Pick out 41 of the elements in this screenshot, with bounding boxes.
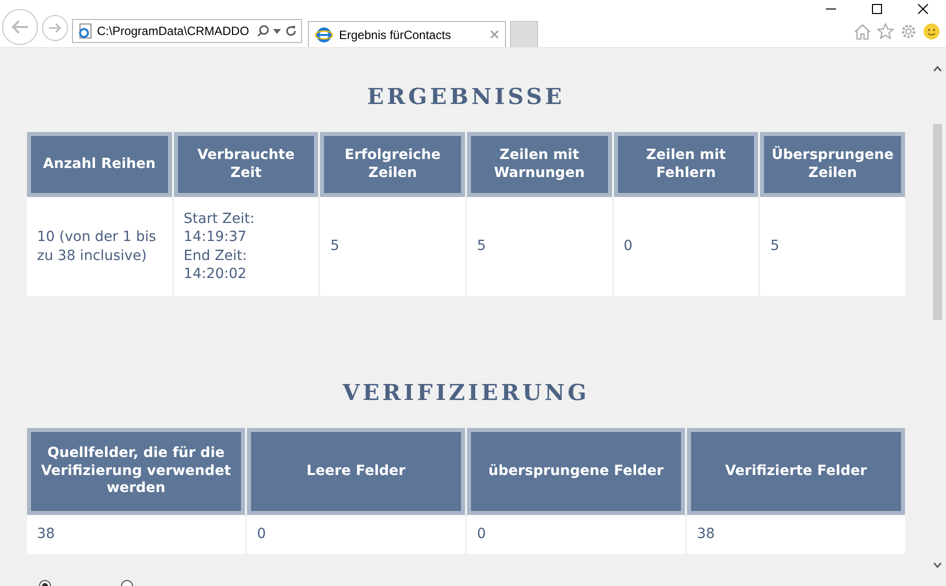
close-icon[interactable] <box>490 30 499 39</box>
smiley-icon[interactable] <box>923 23 940 40</box>
minimize-icon <box>826 8 836 10</box>
table-cell: 10 (von der 1 bis zu 38 inclusive) <box>27 197 172 296</box>
arrow-left-icon <box>10 19 30 35</box>
column-header: Übersprungene Zeilen <box>760 132 905 197</box>
browser-tab[interactable]: Ergebnis fürContacts <box>308 21 506 47</box>
star-icon[interactable] <box>877 23 894 40</box>
table-cell: 0 <box>614 197 758 296</box>
table-cell: 5 <box>320 197 465 296</box>
column-header: Verbrauchte Zeit <box>174 132 318 197</box>
column-header: Quellfelder, die für die Verifizierung verwendet werden <box>27 428 245 515</box>
scroll-up-icon[interactable] <box>933 66 942 72</box>
tab-title: Ergebnis fürContacts <box>339 28 452 42</box>
close-icon <box>918 4 928 14</box>
address-field[interactable]: C:\ProgramData\CRMADDO <box>72 19 302 43</box>
browser-logo-icon <box>315 26 333 44</box>
table-cell: 5 <box>760 197 905 296</box>
table-cell: 38 <box>687 515 905 554</box>
column-header: Leere Felder <box>247 428 465 515</box>
table-cell: 38 <box>27 515 245 554</box>
table-cell: 0 <box>247 515 465 554</box>
column-header: Anzahl Reihen <box>27 132 172 197</box>
column-header: Zeilen mit Fehlern <box>614 132 758 197</box>
maximize-icon <box>872 4 882 14</box>
arrow-right-icon <box>48 22 62 34</box>
table-cell: 5 <box>467 197 612 296</box>
table-cell: Start Zeit: 14:19:37 End Zeit: 14:20:02 <box>174 197 318 296</box>
refresh-icon[interactable] <box>285 25 297 37</box>
section-title: ERGEBNISSE <box>366 84 566 110</box>
column-header: Zeilen mit Warnungen <box>467 132 612 197</box>
page-icon <box>77 23 93 39</box>
table-cell: 0 <box>467 515 685 554</box>
scroll-down-icon[interactable] <box>933 562 942 568</box>
search-icon[interactable] <box>257 25 269 37</box>
caret-icon[interactable] <box>273 28 281 34</box>
column-header: Verifizierte Felder <box>687 428 905 515</box>
column-header: übersprungene Felder <box>467 428 685 515</box>
scrollbar-thumb[interactable] <box>933 124 942 320</box>
section-title: VERIFIZIERUNG <box>342 380 590 406</box>
column-header: Erfolgreiche Zeilen <box>320 132 465 197</box>
